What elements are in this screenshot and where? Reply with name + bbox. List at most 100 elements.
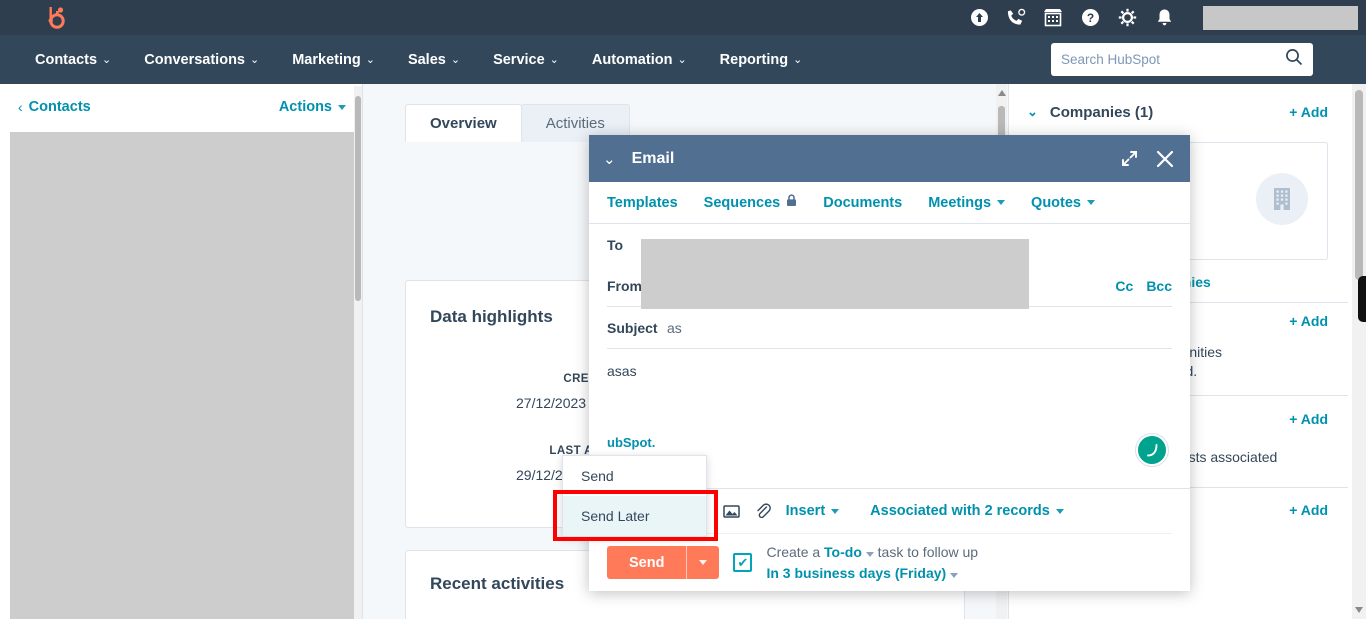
- notifications-bell-icon[interactable]: [1154, 8, 1174, 28]
- nav-label: Automation: [591, 51, 673, 68]
- email-modal-header-actions: [1121, 150, 1174, 168]
- todo-due-dropdown[interactable]: In 3 business days (Friday): [766, 565, 946, 581]
- caret-down-icon: [699, 560, 708, 565]
- menu-item-label: Send: [581, 468, 614, 484]
- send-options-caret[interactable]: [687, 546, 719, 579]
- menu-item-label: Send Later: [581, 508, 650, 524]
- todo-suffix: task to follow up: [877, 543, 979, 560]
- data-highlights-title: Data highlights: [430, 307, 553, 326]
- insert-dropdown[interactable]: Insert: [786, 503, 840, 519]
- todo-prefix: Create a: [766, 543, 821, 560]
- nav-label: Marketing: [292, 51, 361, 68]
- companies-title: Companies (1): [1049, 103, 1154, 121]
- caret-down-icon: [1055, 508, 1064, 514]
- sequences-label: Sequences: [703, 194, 781, 211]
- global-search[interactable]: [1051, 43, 1313, 76]
- add-ticket-button[interactable]: + Add: [1289, 411, 1328, 427]
- marketplace-icon[interactable]: [1043, 8, 1063, 28]
- nav-label: Sales: [407, 51, 446, 68]
- todo-type-dropdown[interactable]: To-do: [824, 544, 862, 560]
- left-panel-header: ‹ Contacts Actions: [0, 84, 362, 130]
- settings-gear-icon[interactable]: [1117, 8, 1137, 28]
- email-modal-header: ⌄ Email: [589, 135, 1190, 182]
- documents-label: Documents: [823, 194, 903, 211]
- meetings-button[interactable]: Meetings: [928, 194, 1006, 211]
- bcc-button[interactable]: Bcc: [1146, 278, 1172, 294]
- nav-item-contacts[interactable]: Contacts ⌄: [35, 52, 111, 68]
- caret-down-icon: [865, 551, 874, 557]
- recipients-redacted-overlay: [641, 239, 1029, 309]
- create-todo-checkbox[interactable]: ✔: [733, 553, 753, 572]
- signature-suffix[interactable]: ubSpot.: [607, 435, 655, 450]
- subject-label: Subject: [607, 319, 658, 336]
- tab-overview[interactable]: Overview: [405, 104, 522, 142]
- add-deal-button[interactable]: + Add: [1289, 313, 1328, 329]
- subject-value: as: [667, 319, 682, 336]
- caret-down-icon: [950, 572, 959, 578]
- nav-item-sales[interactable]: Sales ⌄: [408, 52, 460, 68]
- nav-item-reporting[interactable]: Reporting ⌄: [720, 52, 803, 68]
- topbar-icon-group: ?: [969, 0, 1366, 35]
- nav-label: Service: [493, 51, 545, 68]
- chevron-left-icon: ‹: [18, 99, 23, 115]
- send-button-label[interactable]: Send: [607, 555, 686, 571]
- quotes-button[interactable]: Quotes: [1031, 195, 1095, 211]
- right-sidebar-scrollbar[interactable]: [1352, 84, 1366, 619]
- nav-item-marketing[interactable]: Marketing ⌄: [292, 52, 375, 68]
- companies-section-header: ⌄ Companies (1) + Add: [1009, 92, 1366, 132]
- account-menu-redacted[interactable]: [1203, 5, 1358, 30]
- search-input[interactable]: [1061, 52, 1285, 67]
- menu-item-send-later[interactable]: Send Later: [563, 496, 706, 536]
- scroll-down-arrow-icon[interactable]: [1355, 607, 1363, 613]
- companies-title-group[interactable]: ⌄ Companies (1): [1027, 104, 1153, 121]
- chevron-down-icon: ⌄: [549, 54, 559, 66]
- deals-empty-line2: ord.: [1173, 362, 1328, 381]
- send-options-menu: Send Send Later: [562, 455, 707, 537]
- nav-label: Conversations: [144, 51, 245, 68]
- main-navigation-bar: Contacts ⌄ Conversations ⌄ Marketing ⌄ S…: [0, 35, 1366, 84]
- send-row: Send ✔ Create a To-do task to follow up …: [607, 533, 1172, 591]
- subject-field-row[interactable]: Subject as: [589, 307, 1190, 348]
- page-edge-drag-handle[interactable]: [1358, 276, 1366, 322]
- image-icon[interactable]: [722, 504, 740, 519]
- calling-phone-icon[interactable]: [1006, 8, 1026, 28]
- create-todo-text: Create a To-do task to follow up In 3 bu…: [766, 543, 978, 583]
- chevron-down-icon: ⌄: [793, 54, 803, 66]
- search-icon[interactable]: [1285, 48, 1303, 71]
- nav-item-service[interactable]: Service ⌄: [493, 52, 559, 68]
- chevron-down-icon[interactable]: ⌄: [1027, 104, 1038, 120]
- help-icon[interactable]: ?: [1080, 8, 1100, 28]
- nav-item-conversations[interactable]: Conversations ⌄: [144, 52, 259, 68]
- breadcrumb-contacts[interactable]: ‹ Contacts: [18, 99, 91, 115]
- upgrade-icon[interactable]: [969, 8, 989, 28]
- templates-button[interactable]: Templates: [607, 195, 678, 211]
- actions-dropdown[interactable]: Actions: [279, 99, 346, 115]
- associated-records-label: Associated with 2 records: [870, 503, 1050, 519]
- scrollbar-thumb[interactable]: [1355, 90, 1363, 280]
- cc-button[interactable]: Cc: [1115, 278, 1133, 294]
- add-company-button[interactable]: + Add: [1289, 104, 1328, 120]
- recent-activities-title: Recent activities: [430, 574, 565, 593]
- hubspot-logo[interactable]: [40, 5, 66, 31]
- add-contact-button[interactable]: + Add: [1289, 502, 1328, 518]
- close-icon[interactable]: [1156, 150, 1174, 168]
- lock-icon: [786, 194, 797, 211]
- meetings-label: Meetings: [928, 194, 992, 211]
- expand-icon[interactable]: [1121, 150, 1138, 167]
- contact-details-redacted: [10, 132, 355, 619]
- scroll-up-arrow-icon[interactable]: [998, 90, 1006, 96]
- associated-records-dropdown[interactable]: Associated with 2 records: [870, 503, 1064, 519]
- quotes-label: Quotes: [1031, 194, 1081, 211]
- scrollbar-thumb[interactable]: [355, 96, 361, 301]
- documents-button[interactable]: Documents: [823, 195, 902, 211]
- left-panel-scrollbar[interactable]: [354, 86, 362, 619]
- actions-label: Actions: [278, 99, 332, 115]
- sequences-button[interactable]: Sequences: [704, 194, 798, 211]
- send-split-button[interactable]: Send: [607, 546, 720, 579]
- chevron-down-icon[interactable]: ⌄: [603, 150, 616, 168]
- caret-down-icon: [1087, 200, 1095, 205]
- attachment-paperclip-icon[interactable]: [755, 503, 771, 519]
- nav-item-automation[interactable]: Automation ⌄: [592, 52, 687, 68]
- sales-assistant-badge-icon[interactable]: [1136, 434, 1168, 466]
- menu-item-send[interactable]: Send: [563, 456, 706, 496]
